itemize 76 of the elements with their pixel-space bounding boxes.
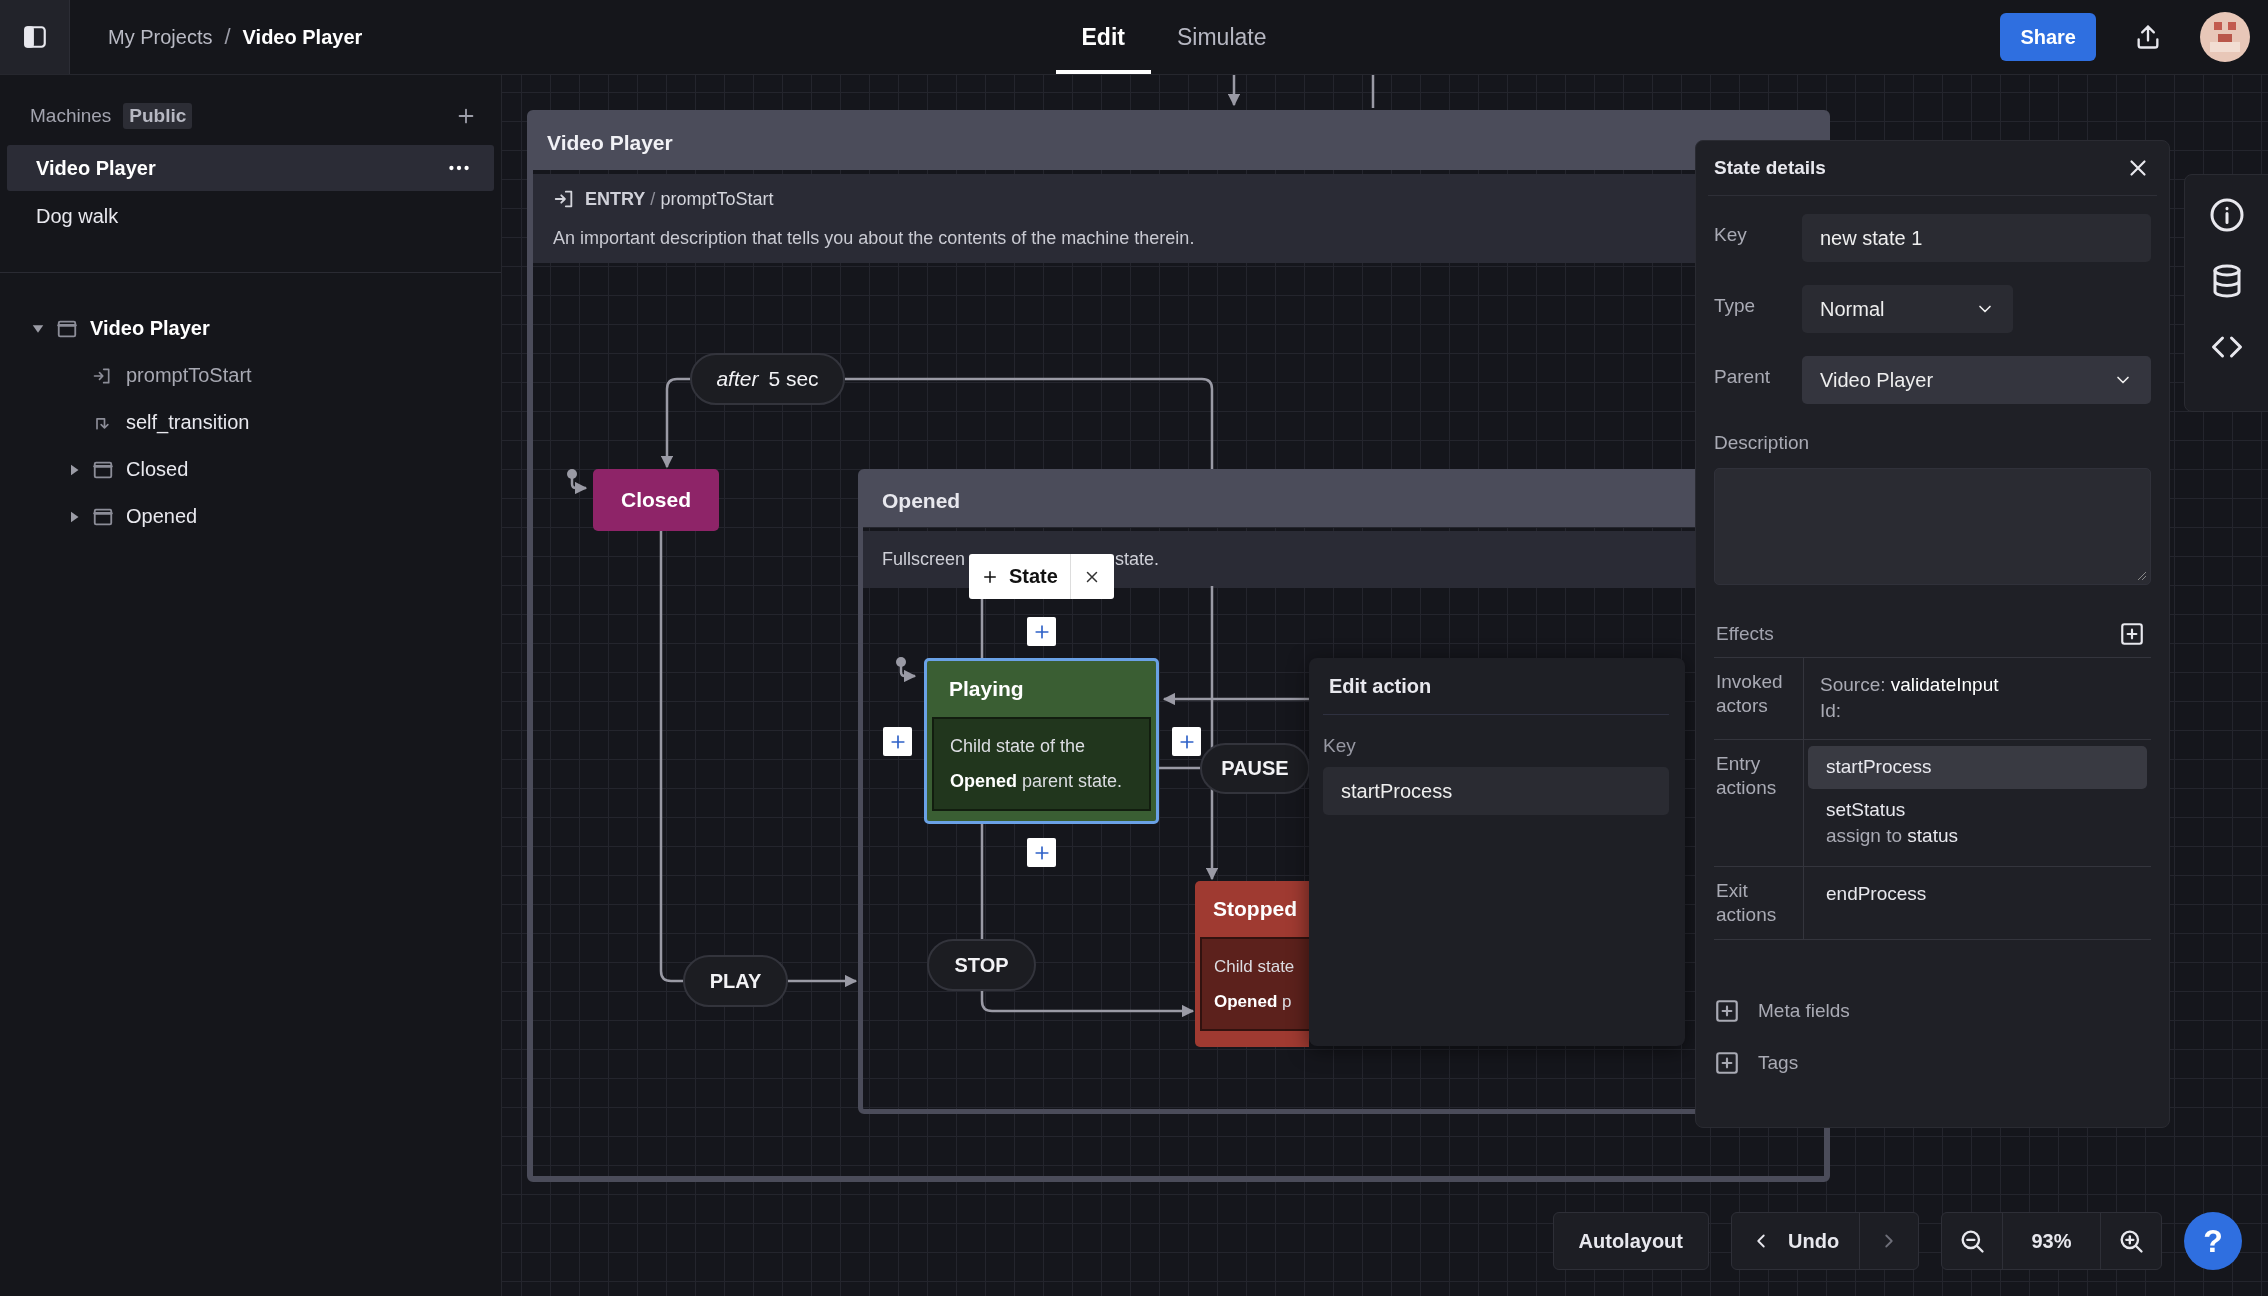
select-field[interactable]: Normal [1802,285,2013,333]
visibility-badge: Public [123,103,193,129]
state-node[interactable]: Closed [593,469,719,531]
zoom-level: 93% [2002,1213,2101,1269]
info-icon[interactable] [2209,197,2245,233]
add-state-button[interactable] [1172,727,1201,756]
tree-item[interactable]: Opened [126,505,198,528]
add-state-button[interactable]: State [969,554,1071,599]
avatar[interactable] [2200,12,2250,62]
event-label[interactable]: PLAY [683,955,788,1007]
field-label: Key [1323,735,1357,757]
add-state-button[interactable] [883,727,912,756]
tree-item[interactable]: Video Player [90,317,210,340]
add-icon[interactable] [2119,621,2145,647]
event-label[interactable]: PAUSE [1200,743,1310,794]
state-description: Child state of the [950,736,1087,757]
add-icon[interactable] [1714,997,1740,1024]
panel-title: Edit action [1323,658,1669,715]
key-field[interactable]: startProcess [1323,767,1669,815]
row-label: Invoked actors [1714,658,1804,740]
add-icon[interactable] [1714,1049,1740,1076]
field-label: Parent [1714,365,1771,388]
tree-item[interactable]: self_transition [126,411,250,434]
state-description: Child state [1214,956,1296,977]
breadcrumb-separator: / [224,24,231,50]
add-state-button[interactable] [1027,838,1056,867]
resize-handle-icon[interactable] [2137,571,2147,581]
transition-line [980,599,984,658]
tree-item[interactable]: Closed [126,458,189,481]
initial-state-icon [567,469,588,495]
state-title: Stopped [1212,896,1298,922]
text-field[interactable]: new state 1 [1802,214,2151,262]
transition-line [1371,75,1375,108]
mode-tab[interactable]: Simulate [1151,0,1293,74]
tree-item[interactable]: promptToStart [126,364,252,387]
field-label: Key [1714,223,1748,246]
section-heading: Effects [1716,623,1774,645]
breadcrumb-link[interactable]: Video Player [242,25,363,49]
state-description: Opened parent state. [950,771,1124,792]
machine-item[interactable]: Video Player [7,145,494,191]
actor-info: Source: validateInput Id: [1819,673,2000,723]
add-link[interactable]: Tags [1758,1051,1799,1074]
add-link[interactable]: Meta fields [1758,999,1850,1022]
field-label: Description [1714,432,1811,454]
state-description: Fullscreen [882,549,966,570]
state-description: An important description that tells you about the contents of the machine therein. [553,228,1195,249]
sidebar-icon [21,24,48,50]
state-node[interactable]: Playing Child state of the Opened parent state. [924,658,1159,824]
breadcrumb-link[interactable]: My Projects [108,25,213,49]
transition-line [1159,766,1200,770]
action-item[interactable]: endProcess [1808,873,2147,916]
sidebar-toggle-button[interactable] [0,0,70,74]
action-item[interactable]: startProcess [1808,746,2147,789]
field-label: Type [1714,294,1757,317]
description-field[interactable] [1714,468,2151,585]
help-button[interactable]: ? [2184,1212,2242,1270]
action-item[interactable]: setStatus assign to status [1808,788,2147,859]
panel-title: State details [1714,157,1826,179]
machine-item[interactable]: Dog walk [7,193,494,239]
autolayout-button[interactable]: Autolayout [1552,1212,1709,1270]
state-title: Playing [948,676,1025,702]
delayed-event[interactable]: after 5 sec [690,353,845,405]
entry-icon [553,188,575,210]
row-label: Entry actions [1714,740,1804,867]
undo-button[interactable]: Undo [1732,1213,1861,1269]
section-heading: Machines [30,105,112,127]
share-button[interactable]: Share [2000,13,2096,61]
entry-action: ENTRY / promptToStart [585,188,774,210]
row-label: Exit actions [1714,867,1804,939]
add-state-button[interactable] [1027,617,1056,646]
state-node[interactable]: Stopped Child state Opened p [1195,881,1309,1047]
state-description: Opened p [1214,991,1293,1012]
event-label[interactable]: STOP [927,939,1036,991]
initial-state-icon [896,657,917,683]
state-description: state. [1115,549,1160,570]
select-field[interactable]: Video Player [1802,356,2151,404]
